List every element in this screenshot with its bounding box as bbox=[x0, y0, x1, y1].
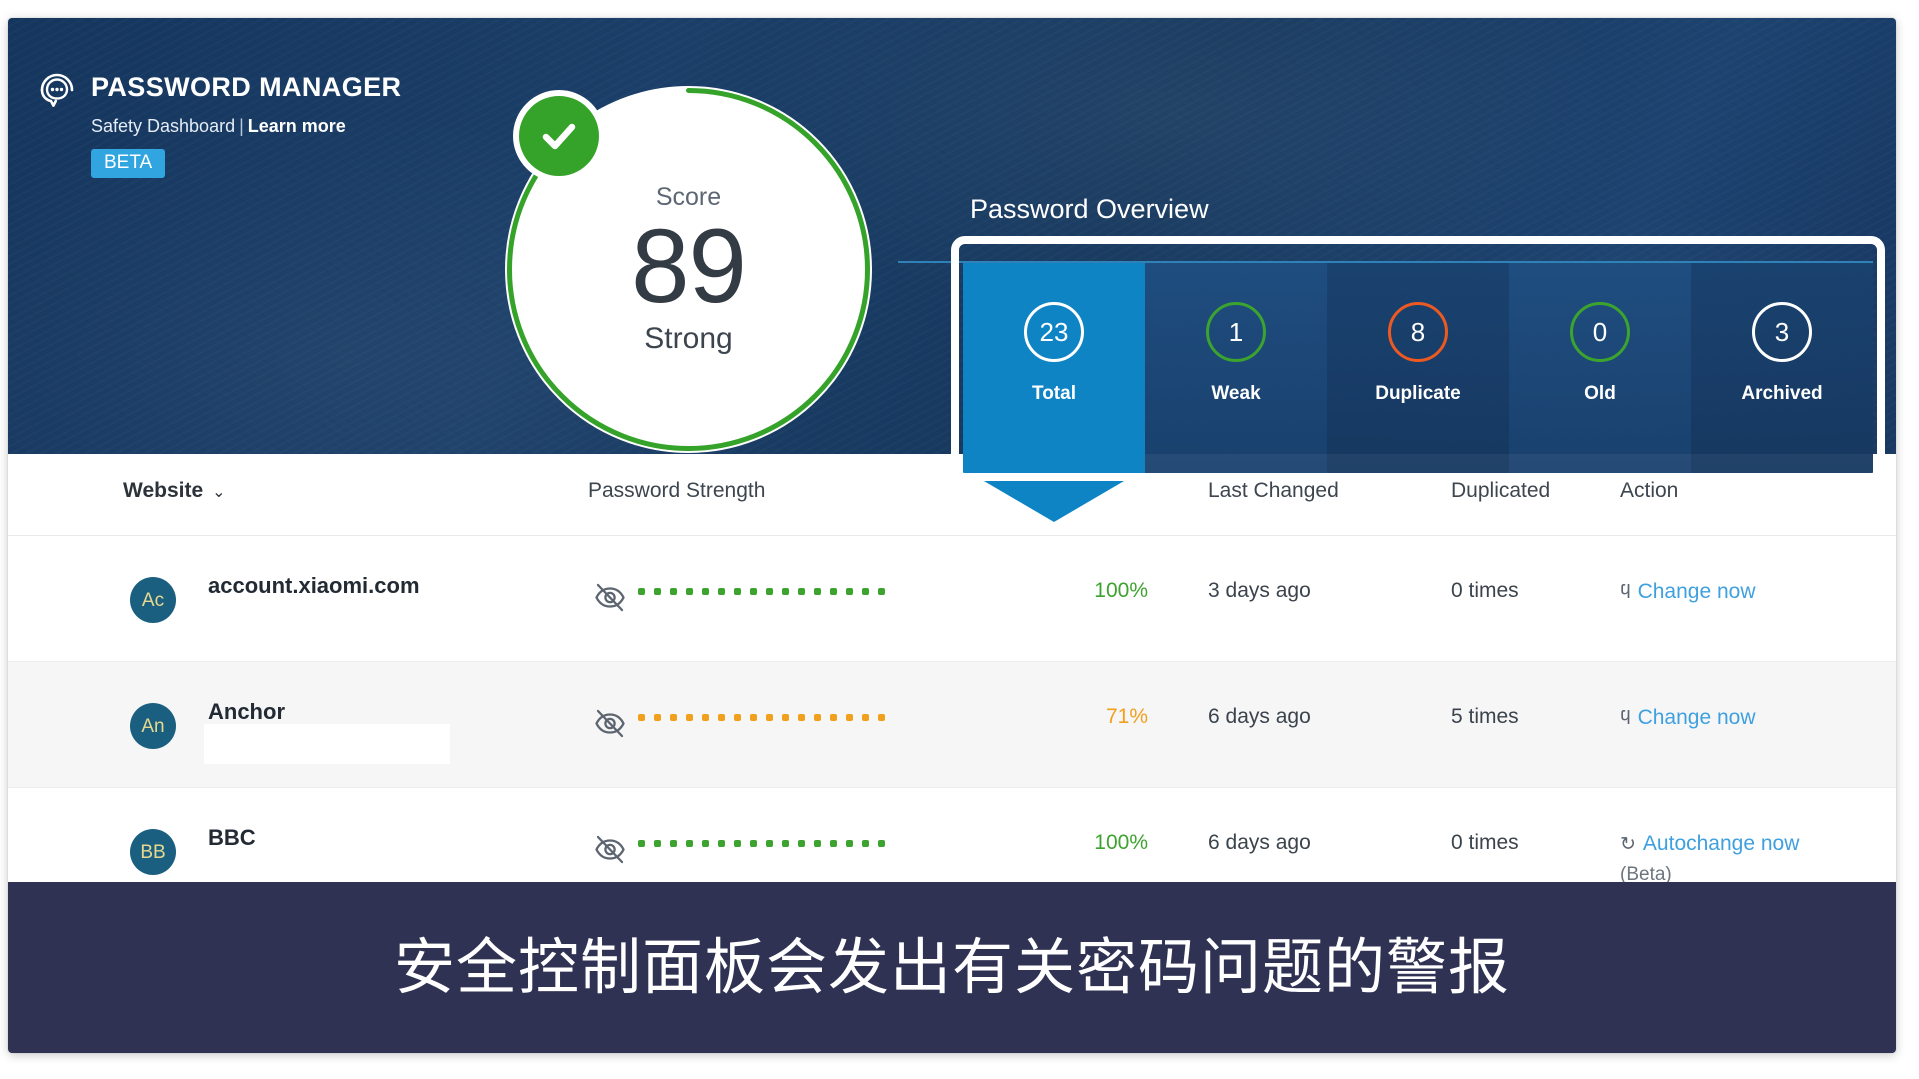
overview-count-old: 0 bbox=[1570, 302, 1630, 362]
site-name: BBC bbox=[208, 825, 256, 850]
external-link-icon: ϥ bbox=[1620, 582, 1631, 603]
redaction-box bbox=[204, 724, 450, 764]
brand-subtitle: Safety Dashboard | Learn more bbox=[91, 117, 401, 135]
overview-label-total: Total bbox=[1032, 383, 1076, 404]
safety-dashboard-label: Safety Dashboard bbox=[91, 116, 236, 136]
caption-text: 安全控制面板会发出有关密码问题的警报 bbox=[393, 932, 1510, 1003]
external-link-icon: ϥ bbox=[1620, 708, 1631, 729]
overview-label-archived: Archived bbox=[1741, 383, 1823, 404]
overview-label-weak: Weak bbox=[1211, 383, 1261, 404]
score-state: Strong bbox=[644, 322, 733, 356]
duplicated-value: 0 times bbox=[1451, 831, 1519, 854]
duplicated-value: 5 times bbox=[1451, 705, 1519, 728]
overview-count-weak: 1 bbox=[1206, 302, 1266, 362]
eye-off-icon[interactable] bbox=[593, 706, 627, 745]
security-score-widget: Score 89 Strong bbox=[505, 86, 872, 453]
overview-card-old[interactable]: 0 Old bbox=[1509, 263, 1691, 476]
brand-title: PASSWORD MANAGER bbox=[91, 71, 402, 102]
column-header-website-label: Website bbox=[123, 479, 204, 502]
action-label: Change now bbox=[1637, 580, 1756, 603]
refresh-icon: ↻ bbox=[1620, 834, 1636, 855]
chevron-down-icon: ⌄ bbox=[212, 484, 226, 501]
avatar: BB bbox=[130, 829, 176, 875]
check-circle-icon bbox=[513, 90, 605, 182]
overview-count-duplicate: 8 bbox=[1388, 302, 1448, 362]
password-manager-window: PASSWORD MANAGER Safety Dashboard | Learn … bbox=[8, 18, 1896, 1053]
eye-off-icon[interactable] bbox=[593, 580, 627, 619]
column-header-action: Action bbox=[1620, 479, 1679, 502]
password-strength-dots bbox=[638, 588, 885, 595]
avatar: An bbox=[130, 703, 176, 749]
password-overview-cards: 23 Total 1 Weak 8 Duplicate 0 Old 3 Arch… bbox=[963, 263, 1873, 476]
score-value: 89 bbox=[631, 207, 747, 325]
strength-percent: 100% bbox=[1094, 831, 1148, 854]
caption-bar: 安全控制面板会发出有关密码问题的警报 bbox=[8, 882, 1896, 1053]
eye-off-icon[interactable] bbox=[593, 832, 627, 871]
learn-more-link[interactable]: Learn more bbox=[248, 116, 346, 136]
last-changed-value: 6 days ago bbox=[1208, 705, 1311, 728]
strength-percent: 100% bbox=[1094, 579, 1148, 602]
change-now-button[interactable]: ϥ Change now bbox=[1620, 578, 1756, 606]
action-label: Change now bbox=[1637, 706, 1756, 729]
password-strength-dots bbox=[638, 840, 885, 847]
column-header-last-changed: Last Changed bbox=[1208, 479, 1339, 502]
overview-label-old: Old bbox=[1584, 383, 1616, 404]
column-header-password-strength: Password Strength bbox=[588, 479, 766, 502]
overview-card-total[interactable]: 23 Total bbox=[963, 263, 1145, 476]
subtitle-separator: | bbox=[239, 116, 244, 136]
password-strength-dots bbox=[638, 714, 885, 721]
site-name: account.xiaomi.com bbox=[208, 573, 420, 598]
avatar: Ac bbox=[130, 577, 176, 623]
table-row[interactable]: An Anchor 71% 6 days ago 5 times ϥChang bbox=[8, 662, 1896, 788]
screenshot-root: PASSWORD MANAGER Safety Dashboard | Learn … bbox=[0, 0, 1919, 1079]
overview-card-weak[interactable]: 1 Weak bbox=[1145, 263, 1327, 476]
last-changed-value: 3 days ago bbox=[1208, 579, 1311, 602]
last-changed-value: 6 days ago bbox=[1208, 831, 1311, 854]
autochange-now-button[interactable]: ↻ Autochange now (Beta) bbox=[1620, 830, 1799, 888]
change-now-button[interactable]: ϥ Change now bbox=[1620, 704, 1756, 732]
overview-label-duplicate: Duplicate bbox=[1375, 383, 1461, 404]
overview-card-duplicate[interactable]: 8 Duplicate bbox=[1327, 263, 1509, 476]
action-label: Autochange now bbox=[1642, 832, 1800, 855]
overview-card-archived[interactable]: 3 Archived bbox=[1691, 263, 1873, 476]
overview-count-total: 23 bbox=[1024, 302, 1084, 362]
brand-block: PASSWORD MANAGER Safety Dashboard | Learn … bbox=[36, 66, 401, 178]
column-header-website[interactable]: Website ⌄ bbox=[123, 480, 226, 501]
strength-percent: 71% bbox=[1105, 705, 1148, 728]
column-header-duplicated: Duplicated bbox=[1451, 479, 1551, 502]
site-name: Anchor bbox=[208, 699, 285, 724]
password-manager-logo-icon bbox=[36, 66, 78, 108]
beta-badge: BETA bbox=[91, 149, 166, 178]
table-row[interactable]: Ac account.xiaomi.com 100% 3 days ago 0 … bbox=[8, 536, 1896, 662]
password-overview-title: Password Overview bbox=[970, 194, 1209, 224]
duplicated-value: 0 times bbox=[1451, 579, 1519, 602]
score-label: Score bbox=[655, 182, 722, 211]
overview-count-archived: 3 bbox=[1752, 302, 1812, 362]
